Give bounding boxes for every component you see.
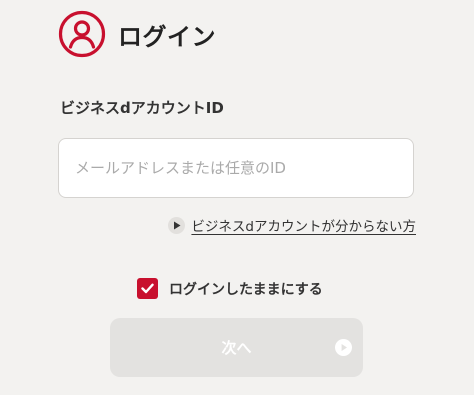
play-circle-icon <box>335 339 352 356</box>
next-button-label: 次へ <box>221 339 252 357</box>
next-button[interactable]: 次へ <box>110 318 363 377</box>
play-circle-icon <box>168 216 186 234</box>
forgot-account-link-label: ビジネスdアカウントが分からない方 <box>191 219 416 235</box>
stay-logged-in-checkbox[interactable] <box>137 278 158 299</box>
account-id-input[interactable] <box>58 138 414 198</box>
header: ログイン <box>58 9 216 59</box>
forgot-account-link[interactable]: ビジネスdアカウントが分からない方 <box>168 215 416 235</box>
user-circle-icon <box>58 10 106 58</box>
stay-logged-in-label: ログインしたままにする <box>169 281 323 298</box>
stay-logged-in-option[interactable]: ログインしたままにする <box>137 278 323 299</box>
page-title: ログイン <box>118 22 216 51</box>
account-id-label: ビジネスdアカウントID <box>60 99 224 117</box>
